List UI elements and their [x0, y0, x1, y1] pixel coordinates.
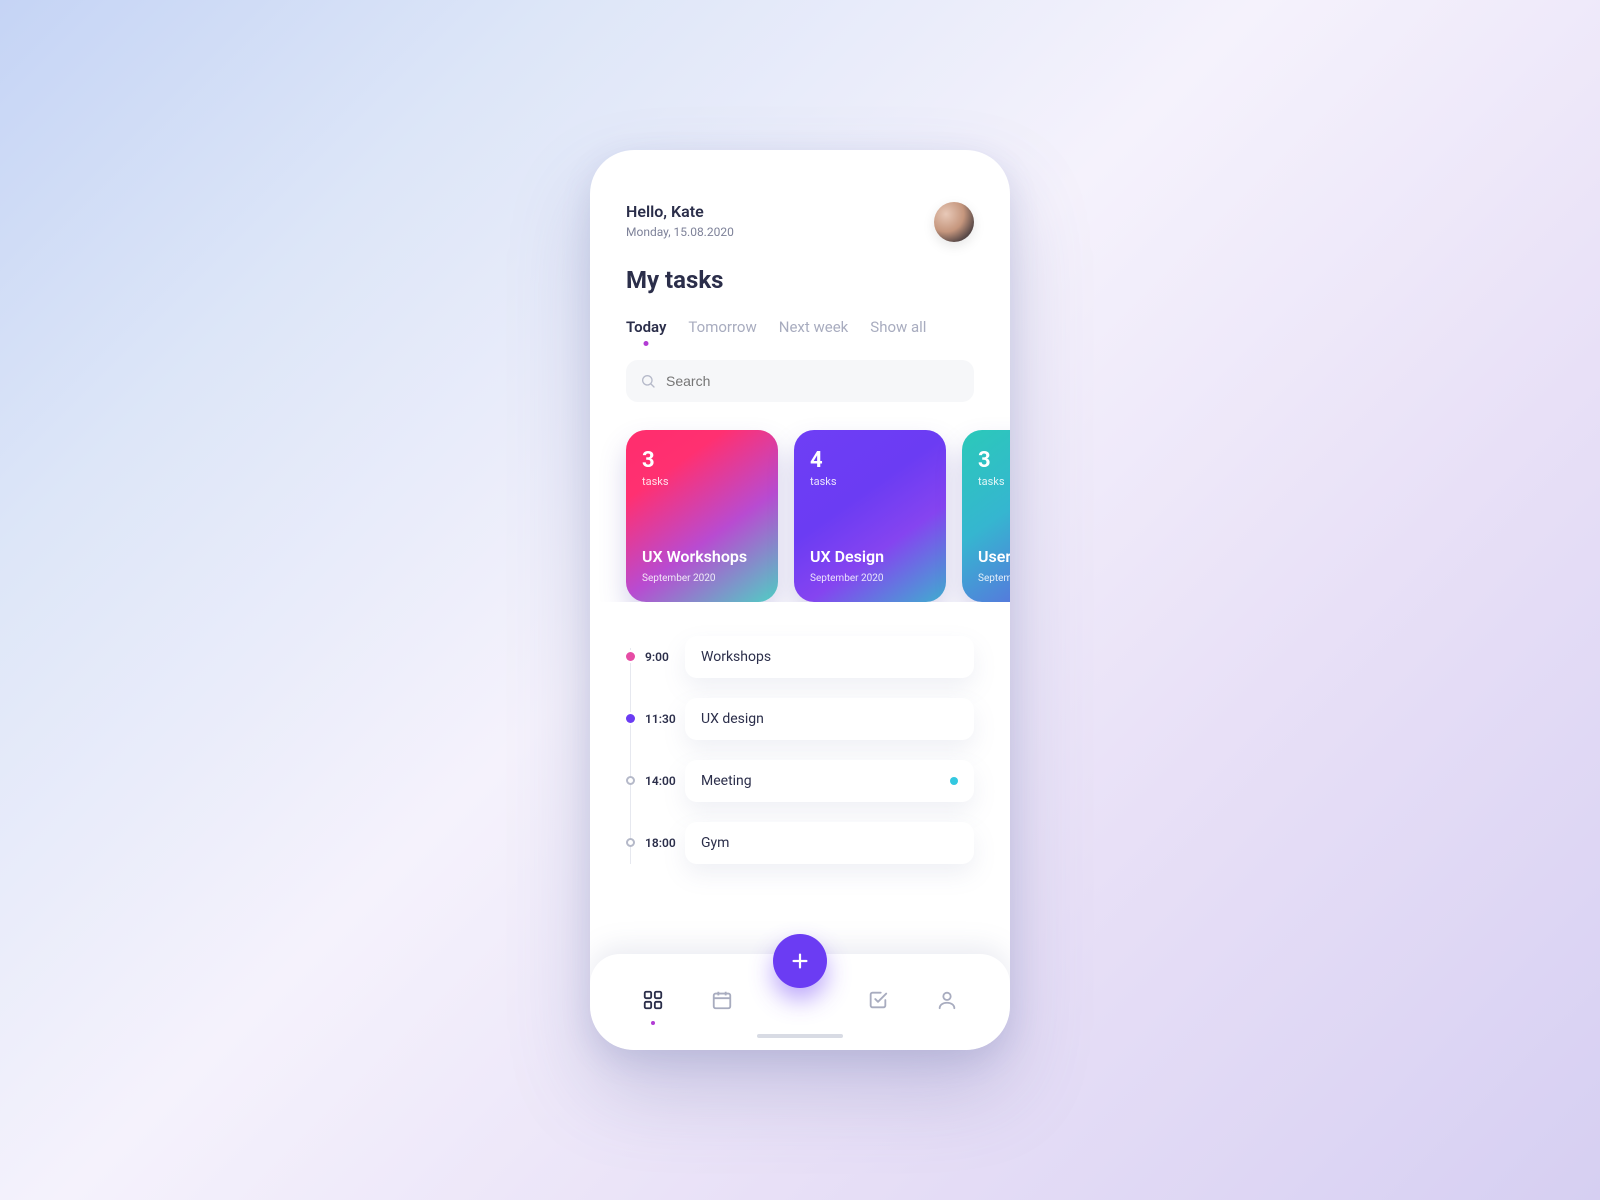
check-square-icon — [867, 989, 889, 1011]
timeline-card[interactable]: UX design — [685, 698, 974, 740]
timeline-dot-icon — [626, 652, 635, 661]
card-count-label: tasks — [810, 475, 930, 488]
nav-tasks[interactable] — [859, 981, 897, 1023]
timeline-dot-icon — [626, 776, 635, 785]
timeline-time: 14:00 — [645, 774, 685, 802]
timeline-row: 11:30 UX design — [626, 698, 974, 740]
card-count: 3 — [978, 448, 1010, 473]
card-count-label: tasks — [642, 475, 762, 488]
card-month: September 2020 — [642, 573, 762, 584]
add-task-button[interactable] — [773, 934, 827, 988]
greeting-block: Hello, Kate Monday, 15.08.2020 — [626, 202, 734, 239]
avatar[interactable] — [934, 202, 974, 242]
timeline-card[interactable]: Gym — [685, 822, 974, 864]
project-cards[interactable]: 3 tasks UX Workshops September 2020 4 ta… — [590, 402, 1010, 602]
project-card[interactable]: 4 tasks UX Design September 2020 — [794, 430, 946, 602]
tab-today[interactable]: Today — [626, 318, 666, 336]
project-card[interactable]: 3 tasks User Flow September 2020 — [962, 430, 1010, 602]
card-month: September 2020 — [978, 573, 1010, 584]
timeline-dot-icon — [626, 838, 635, 847]
search-icon — [640, 373, 656, 389]
search-input[interactable] — [666, 373, 960, 389]
timeline-time: 18:00 — [645, 836, 685, 864]
plus-icon — [789, 950, 811, 972]
card-month: September 2020 — [810, 573, 930, 584]
card-count: 4 — [810, 448, 930, 473]
card-name: UX Workshops — [642, 547, 762, 567]
nav-profile[interactable] — [928, 981, 966, 1023]
card-name: User Flow — [978, 547, 1010, 567]
project-card[interactable]: 3 tasks UX Workshops September 2020 — [626, 430, 778, 602]
timeline-label: Gym — [701, 835, 729, 851]
timeline-row: 14:00 Meeting — [626, 760, 974, 802]
bottom-nav — [590, 954, 1010, 1050]
search-bar[interactable] — [626, 360, 974, 402]
header: Hello, Kate Monday, 15.08.2020 — [590, 202, 1010, 242]
timeline-time: 9:00 — [645, 650, 685, 678]
timeline-row: 18:00 Gym — [626, 822, 974, 864]
card-count: 3 — [642, 448, 762, 473]
calendar-icon — [711, 989, 733, 1011]
card-name: UX Design — [810, 547, 930, 567]
card-count-label: tasks — [978, 475, 1010, 488]
greeting-text: Hello, Kate — [626, 202, 734, 221]
timeline-row: 9:00 Workshops — [626, 636, 974, 678]
filter-tabs: Today Tomorrow Next week Show all — [590, 294, 1010, 336]
nav-calendar[interactable] — [703, 981, 741, 1023]
timeline-card[interactable]: Workshops — [685, 636, 974, 678]
page-title: My tasks — [590, 242, 1010, 294]
timeline-label: Workshops — [701, 649, 771, 665]
timeline: 9:00 Workshops 11:30 UX design 14:00 Mee… — [590, 602, 1010, 864]
nav-dashboard[interactable] — [634, 981, 672, 1023]
grid-icon — [642, 989, 664, 1011]
timeline-time: 11:30 — [645, 712, 685, 740]
timeline-label: Meeting — [701, 773, 752, 789]
timeline-dot-icon — [626, 714, 635, 723]
app-screen: Hello, Kate Monday, 15.08.2020 My tasks … — [590, 150, 1010, 1050]
tab-show-all[interactable]: Show all — [870, 318, 926, 336]
timeline-label: UX design — [701, 711, 764, 727]
status-indicator-icon — [950, 777, 958, 785]
date-text: Monday, 15.08.2020 — [626, 225, 734, 239]
tab-tomorrow[interactable]: Tomorrow — [688, 318, 756, 336]
home-indicator — [757, 1034, 843, 1038]
timeline-card[interactable]: Meeting — [685, 760, 974, 802]
user-icon — [936, 989, 958, 1011]
tab-next-week[interactable]: Next week — [779, 318, 849, 336]
